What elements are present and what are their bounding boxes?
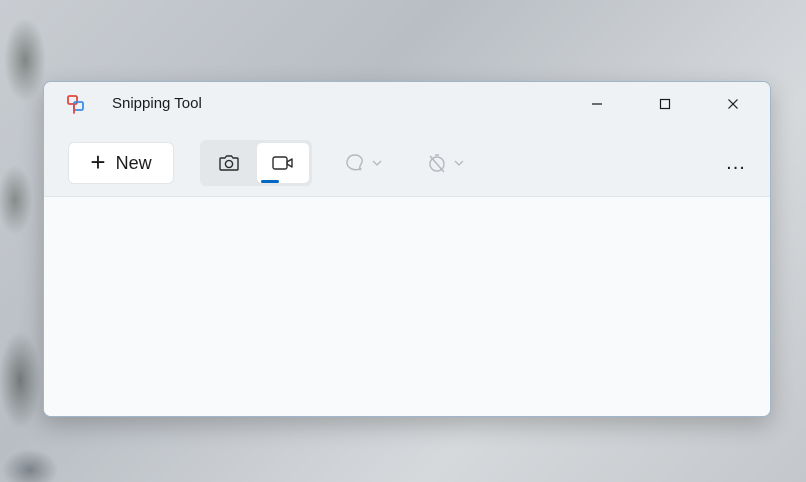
record-mode-button[interactable] xyxy=(257,143,309,183)
capture-area xyxy=(44,197,770,416)
chevron-down-icon xyxy=(454,160,464,166)
new-button-label: New xyxy=(115,152,152,173)
snip-mode-button[interactable] xyxy=(203,143,255,183)
toolbar: + New ... xyxy=(44,126,770,197)
free-form-shape-icon xyxy=(346,154,363,171)
more-options-icon: ... xyxy=(726,151,746,174)
snipping-tool-app-icon xyxy=(67,95,84,114)
close-icon xyxy=(728,99,738,109)
title-bar[interactable]: Snipping Tool xyxy=(44,82,770,126)
snipping-tool-window: Snipping Tool + New ... xyxy=(43,81,771,417)
maximize-button[interactable] xyxy=(642,82,688,126)
more-options-button[interactable]: ... xyxy=(720,146,752,180)
selected-mode-indicator xyxy=(261,180,279,183)
new-button[interactable]: + New xyxy=(68,142,174,184)
snip-shape-dropdown[interactable] xyxy=(344,146,382,180)
chevron-down-icon xyxy=(372,160,382,166)
minimize-icon xyxy=(592,103,602,105)
capture-mode-group xyxy=(200,140,312,186)
minimize-button[interactable] xyxy=(574,82,620,126)
plus-icon: + xyxy=(90,146,106,177)
video-camera-icon xyxy=(272,156,293,170)
camera-icon xyxy=(219,155,239,171)
close-button[interactable] xyxy=(710,82,756,126)
app-title: Snipping Tool xyxy=(112,95,202,112)
maximize-icon xyxy=(659,98,671,110)
delay-timer-dropdown[interactable] xyxy=(426,146,464,180)
no-delay-timer-icon xyxy=(429,154,445,173)
